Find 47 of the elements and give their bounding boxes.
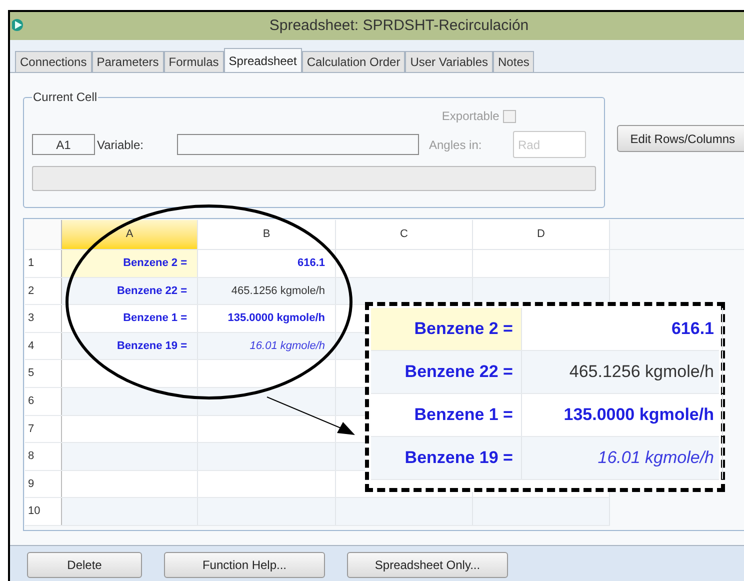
tab[interactable]: Connections [15, 51, 92, 72]
tab[interactable]: User Variables [405, 51, 494, 72]
table-cell[interactable]: Benzene 22 = [371, 351, 522, 393]
table-cell[interactable]: 135.0000 kgmole/h [522, 394, 723, 436]
tab[interactable]: Notes [493, 51, 534, 72]
tab[interactable]: Calculation Order [302, 51, 406, 72]
formula-bar[interactable] [32, 166, 596, 191]
table-cell[interactable]: 616.1 [522, 308, 723, 350]
row-header[interactable]: 8 [25, 443, 62, 470]
table-cell[interactable]: 16.01 kgmole/h [522, 437, 723, 479]
row-header[interactable]: 2 [25, 278, 62, 304]
table-cell[interactable]: Benzene 19 = [371, 437, 522, 479]
footer-button[interactable]: Spreadsheet Only... [347, 552, 508, 578]
tab[interactable]: Formulas [164, 51, 224, 72]
table-cell[interactable]: 465.1256 kgmole/h [522, 351, 723, 393]
cell-reference-field[interactable]: A1 [32, 134, 95, 155]
footer-button[interactable]: Delete [27, 552, 142, 578]
table-cell[interactable]: Benzene 22 = [62, 278, 198, 304]
column-header[interactable]: D [473, 220, 610, 249]
app-logo-icon [12, 17, 26, 33]
tab[interactable]: Spreadsheet [224, 48, 302, 72]
table-cell[interactable]: 135.0000 kgmole/h [198, 305, 336, 332]
column-header[interactable]: A [62, 220, 198, 249]
exportable-label: Exportable [442, 108, 500, 125]
tab[interactable]: Parameters [92, 51, 164, 72]
edit-rows-columns-button[interactable]: Edit Rows/Columns [617, 125, 744, 152]
group-title: Current Cell [32, 89, 98, 106]
window-title: Spreadsheet: SPRDSHT-Recirculación [268, 16, 529, 36]
footer-button[interactable]: Function Help... [164, 552, 325, 578]
row-header[interactable]: 6 [25, 388, 62, 415]
variable-label: Variable: [97, 136, 144, 154]
table-cell[interactable]: 16.01 kgmole/h [198, 332, 336, 360]
table-cell[interactable]: 465.1256 kgmole/h [198, 278, 336, 304]
column-header[interactable]: C [336, 220, 473, 249]
table-cell[interactable]: 616.1 [198, 250, 336, 277]
table-cell[interactable]: Benzene 2 = [371, 308, 522, 350]
table-cell[interactable]: Benzene 1 = [371, 394, 522, 436]
row-header[interactable]: 10 [25, 498, 62, 525]
variable-field[interactable] [177, 134, 419, 155]
row-header[interactable]: 3 [25, 305, 62, 332]
table-cell[interactable]: Benzene 1 = [62, 305, 198, 332]
row-header[interactable]: 5 [25, 360, 62, 387]
column-header[interactable]: B [198, 220, 336, 249]
table-cell[interactable]: Benzene 19 = [62, 332, 198, 360]
angles-label: Angles in: [429, 136, 483, 154]
row-header[interactable]: 4 [25, 332, 62, 360]
table-cell[interactable]: Benzene 2 = [62, 250, 198, 277]
